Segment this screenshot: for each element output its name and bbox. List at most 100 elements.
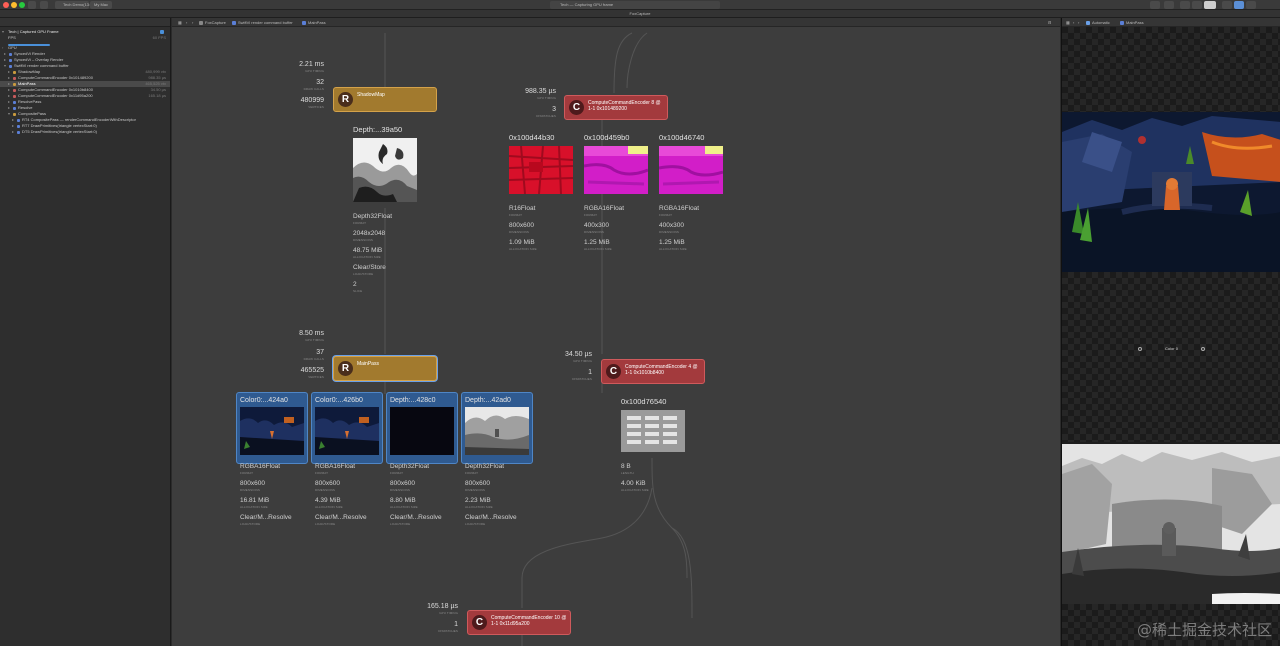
- back-icon[interactable]: ‹: [1073, 18, 1074, 27]
- depth-attachment-details: Depth32Float FORMAT 800x600 DIMENSIONS 8…: [390, 463, 442, 526]
- checkerboard-background: [1062, 272, 1280, 442]
- rgba-texture-thumbnail: [583, 146, 649, 194]
- window-titlebar: Tech Demo(13:... My Mac Tech — Capturing…: [0, 0, 1280, 10]
- draw-call-icon: [17, 124, 20, 128]
- compute-encoder-icon: [13, 88, 16, 92]
- main-gpu-timing: 8.50 ms GPU TIMING: [299, 330, 324, 342]
- compute2-pass-node[interactable]: C ComputeCommandEncoder 4 @ 1-1 0x1010b8…: [601, 359, 705, 384]
- minimize-window-icon[interactable]: [11, 2, 17, 8]
- navigator-toolbar: [0, 18, 170, 27]
- encoder-icon: [1120, 21, 1124, 25]
- run-button[interactable]: [28, 1, 36, 9]
- list-item[interactable]: ▸ DT5 DrawPrimitives(triangle vertexStar…: [0, 129, 170, 135]
- wire-top-compute1b: [626, 32, 648, 89]
- forward-icon[interactable]: ›: [1078, 18, 1079, 27]
- resource-name: Depth:...428c0: [390, 397, 436, 404]
- shadow-vertices: 480999 VERTICES: [300, 97, 324, 109]
- resource-name: Depth:...42ad0: [465, 397, 511, 404]
- preview-mode-selector[interactable]: Automatic: [1092, 18, 1110, 27]
- zoom-window-icon[interactable]: [19, 2, 25, 8]
- shadowmap-pass-node[interactable]: R ShadowMap: [333, 87, 437, 112]
- previous-arrow-icon[interactable]: [1137, 346, 1142, 351]
- scheme-label: Tech Demo(13:...: [63, 2, 94, 7]
- color-attachment-preview-image[interactable]: [1062, 112, 1280, 272]
- stop-button[interactable]: [40, 1, 48, 9]
- compute-encoder-icon: [13, 76, 16, 80]
- color-attachment-thumbnail: [315, 407, 379, 455]
- auto-icon: [1086, 21, 1090, 25]
- resource-name: 0x100d459b0: [584, 133, 630, 142]
- render-encoder-icon: [13, 112, 16, 116]
- resource-name: 0x100d44b30: [509, 133, 555, 142]
- wire-to-compute3: [521, 487, 653, 608]
- depth-texture-thumbnail: [353, 138, 417, 202]
- buffer-node[interactable]: 0x100d76540 8 B LENGTH 4.00 KiB ALLOCATI…: [621, 397, 685, 492]
- compute1-gpu-timing: 988.35 µs GPU TIMING: [525, 88, 556, 100]
- compute3-gpu-timing: 165.18 µs GPU TIMING: [427, 603, 458, 615]
- compute-texture-node[interactable]: 0x100d46740 RGBA16Float FORMAT 400x300 D…: [658, 133, 724, 251]
- watermark-text: @稀土掘金技术社区: [1136, 621, 1272, 639]
- list-item[interactable]: FPS 60 FPS: [0, 35, 170, 41]
- command-buffer-icon: [9, 52, 12, 56]
- status-text: Tech — Capturing GPU frame: [560, 2, 614, 7]
- r16-texture-thumbnail: [508, 145, 574, 195]
- resource-name: Color0:...426b0: [315, 397, 363, 404]
- compute2-gpu-timing: 34.50 µs GPU TIMING: [565, 351, 592, 363]
- code-review-button[interactable]: [1164, 1, 1174, 9]
- pass-title: MainPass: [357, 361, 379, 367]
- grid-icon[interactable]: ▦: [1066, 18, 1070, 27]
- depth-attachment-node[interactable]: Depth:...428c0: [386, 392, 458, 464]
- compute-badge-icon: C: [472, 615, 487, 630]
- render-badge-icon: R: [338, 361, 353, 376]
- color-attachment-thumbnail: [240, 407, 304, 455]
- compute-badge-icon: C: [606, 364, 621, 379]
- compute1-pass-node[interactable]: C ComputeCommandEncoder 8 @ 1-1 0x101489…: [564, 95, 668, 120]
- color-attachment-label: Color 0: [1062, 346, 1280, 351]
- resource-name: 0x100d76540: [621, 397, 667, 406]
- command-buffer-icon: [9, 58, 12, 62]
- resource-name: 0x100d46740: [659, 133, 705, 142]
- dependency-graph-viewer[interactable]: ▦ ‹ › FoxCapture SwiftVi render command …: [172, 18, 1060, 646]
- depth-texture-node[interactable]: Depth:...39a50 Depth32Float FORMAT 2048x…: [353, 125, 417, 293]
- color-attachment-node[interactable]: Color0:...424a0: [236, 392, 308, 464]
- editor-standard-button[interactable]: [1180, 1, 1190, 9]
- main-vertices: 465525 VERTICES: [300, 367, 324, 379]
- render-badge-icon: R: [338, 92, 353, 107]
- debug-area-toggle-button[interactable]: [1234, 1, 1244, 9]
- compute1-dispatches: 3 DISPATCHES: [536, 106, 556, 118]
- depth-attachment-thumbnail: [390, 407, 454, 455]
- depth-attachment-thumbnail: [465, 407, 529, 455]
- render-encoder-icon: [13, 82, 16, 86]
- editor-version-button[interactable]: [1204, 1, 1216, 9]
- close-window-icon[interactable]: [3, 2, 9, 8]
- mainpass-node[interactable]: R MainPass: [333, 356, 437, 381]
- depth-attachment-preview-image[interactable]: [1062, 444, 1280, 604]
- attachment-preview-panel: ▦ ‹ › Automatic MainPass Color 0 @稀土掘金技术…: [1061, 18, 1280, 646]
- encoder-icon: [13, 100, 16, 104]
- editor-assistant-button[interactable]: [1192, 1, 1202, 9]
- shadow-draw-calls: 32 DRAW CALLS: [303, 79, 324, 91]
- draw-call-icon: [17, 130, 20, 134]
- depth-attachment-node[interactable]: Depth:...42ad0: [461, 392, 533, 464]
- library-button[interactable]: [1150, 1, 1160, 9]
- compute-texture-node[interactable]: 0x100d44b30 R16Float FORMAT 800x600 DIME…: [508, 133, 574, 251]
- wire-right-down: [671, 527, 693, 619]
- render-encoder-icon: [13, 70, 16, 74]
- preview-pass-selector[interactable]: MainPass: [1126, 18, 1144, 27]
- compute-texture-node[interactable]: 0x100d459b0 RGBA16Float FORMAT 400x300 D…: [583, 133, 649, 251]
- destination-label: My Mac: [94, 2, 108, 7]
- compute3-pass-node[interactable]: C ComputeCommandEncoder 10 @ 1-1 0x11d95…: [467, 610, 571, 635]
- draw-call-icon: [17, 118, 20, 122]
- document-title: FoxCapture: [0, 10, 1280, 18]
- inspector-toggle-button[interactable]: [1246, 1, 1256, 9]
- disclosure-icon[interactable]: ▸: [12, 129, 14, 135]
- encoder-icon: [13, 106, 16, 110]
- compute-encoder-icon: [13, 94, 16, 98]
- rgba-texture-thumbnail: [658, 146, 724, 194]
- color-attachment-node[interactable]: Color0:...426b0: [311, 392, 383, 464]
- navigator-toggle-button[interactable]: [1222, 1, 1232, 9]
- compute2-dispatches: 1 DISPATCHES: [572, 369, 592, 381]
- color-attachment-details: RGBA16Float FORMAT 800x600 DIMENSIONS 4.…: [315, 463, 367, 526]
- next-arrow-icon[interactable]: [1201, 346, 1206, 351]
- options-icon[interactable]: [160, 30, 164, 34]
